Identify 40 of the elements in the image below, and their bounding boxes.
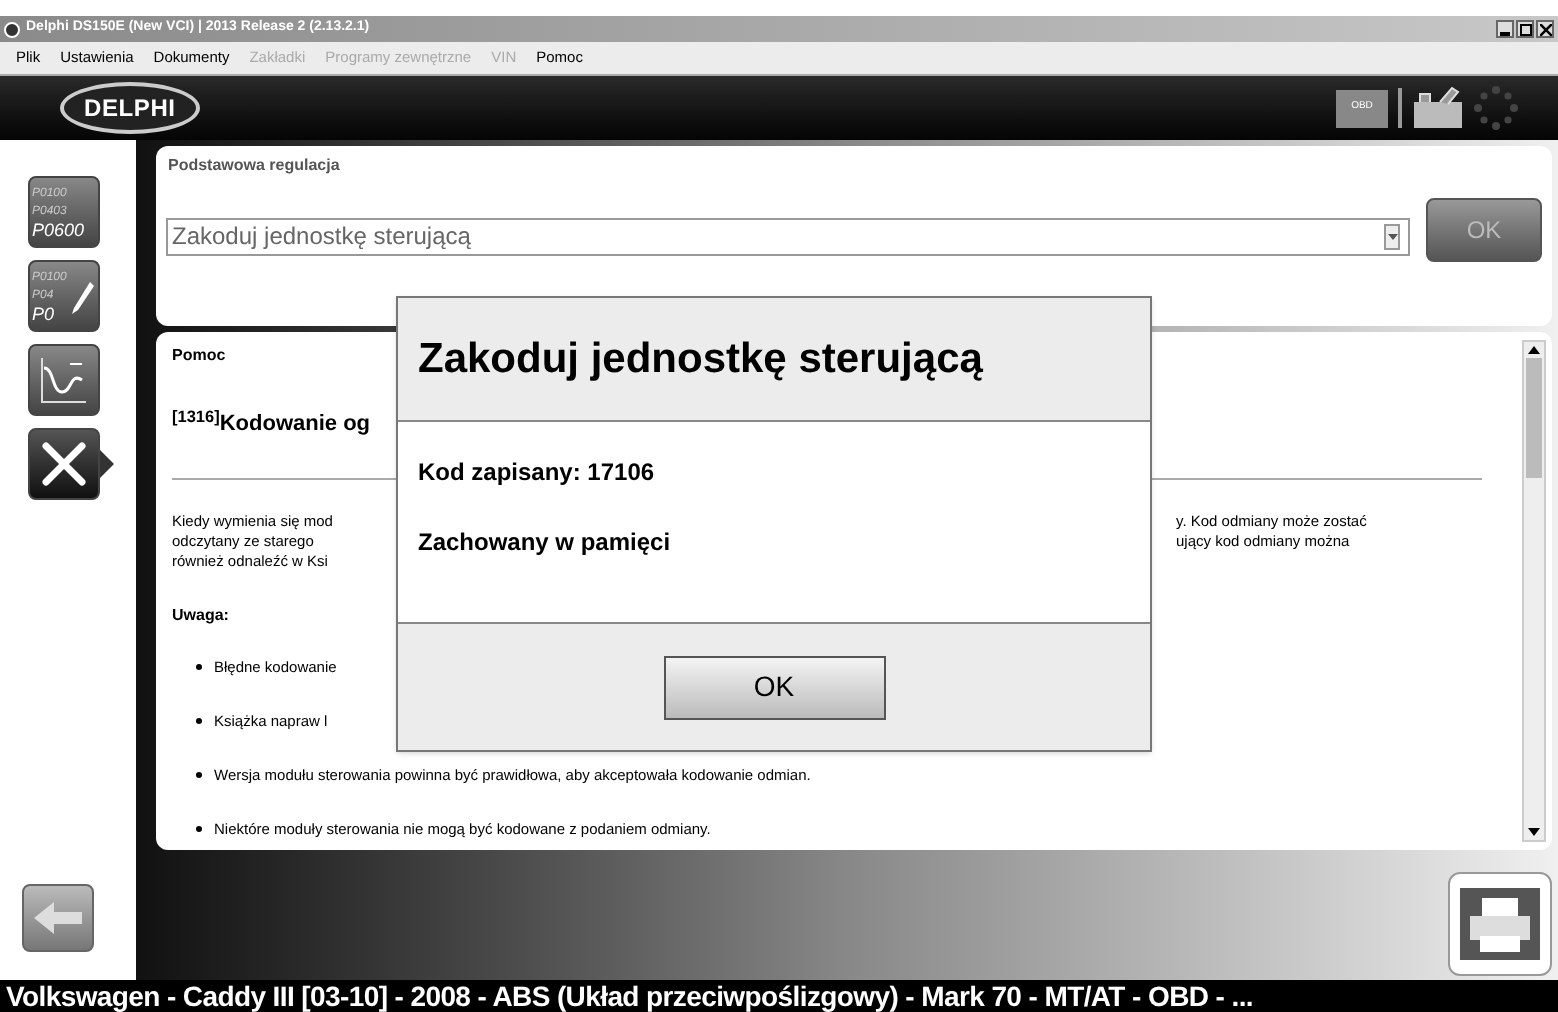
pencil-icon [70,282,94,314]
close-icon [1539,23,1551,35]
close-button[interactable] [1536,20,1554,38]
maximize-button[interactable] [1516,20,1534,38]
code-label: P0600 [30,221,85,239]
dialog-title: Zakoduj jednostkę sterującą [418,333,983,386]
print-button[interactable] [1448,872,1552,976]
scroll-down-icon[interactable] [1524,824,1544,840]
panel-title: Podstawowa regulacja [166,154,342,178]
dialog-text: Kod zapisany: 17106 [418,456,655,490]
printer-icon [1460,888,1540,960]
scroll-thumb[interactable] [1526,358,1542,478]
toolbox-icon[interactable] [1412,86,1464,130]
panel-title: Pomoc [172,344,226,368]
logo: DELPHI [60,82,200,134]
arrow-left-icon [32,900,84,936]
dialog-text: Zachowany w pamięci [418,526,671,560]
help-heading: $^{[1316]}$Kodowanie og [172,408,371,440]
spinner-icon [1474,86,1518,130]
bullet-icon [196,663,202,670]
bullet-icon [196,772,202,779]
combo-value: Zakoduj jednostkę sterującą [170,220,473,254]
scrollbar[interactable] [1522,340,1546,842]
graph-icon [36,352,92,408]
maximize-icon [1519,23,1531,35]
bullet-icon [196,717,202,724]
ok-button[interactable]: OK [663,655,885,719]
app-icon [4,21,20,37]
selection-pointer [100,450,114,478]
minimize-button[interactable] [1496,20,1514,38]
back-button[interactable] [22,884,94,952]
code-label: P0 [30,305,55,323]
combo-box[interactable]: Zakoduj jednostkę sterującą [166,217,1410,255]
minimize-icon [1500,32,1510,36]
status-bar-text: Volkswagen - Caddy III [03-10] - 2008 - ABS (Układ przeciwpoślizgowy) - Mark 70 - MT/AT - OBD - ... [6,980,1253,1012]
bullet-icon [196,826,202,833]
tools-icon [40,440,88,488]
note-title: Uwaga: [172,603,229,627]
sidebar-button[interactable] [28,344,100,416]
sidebar-button[interactable] [28,428,100,500]
